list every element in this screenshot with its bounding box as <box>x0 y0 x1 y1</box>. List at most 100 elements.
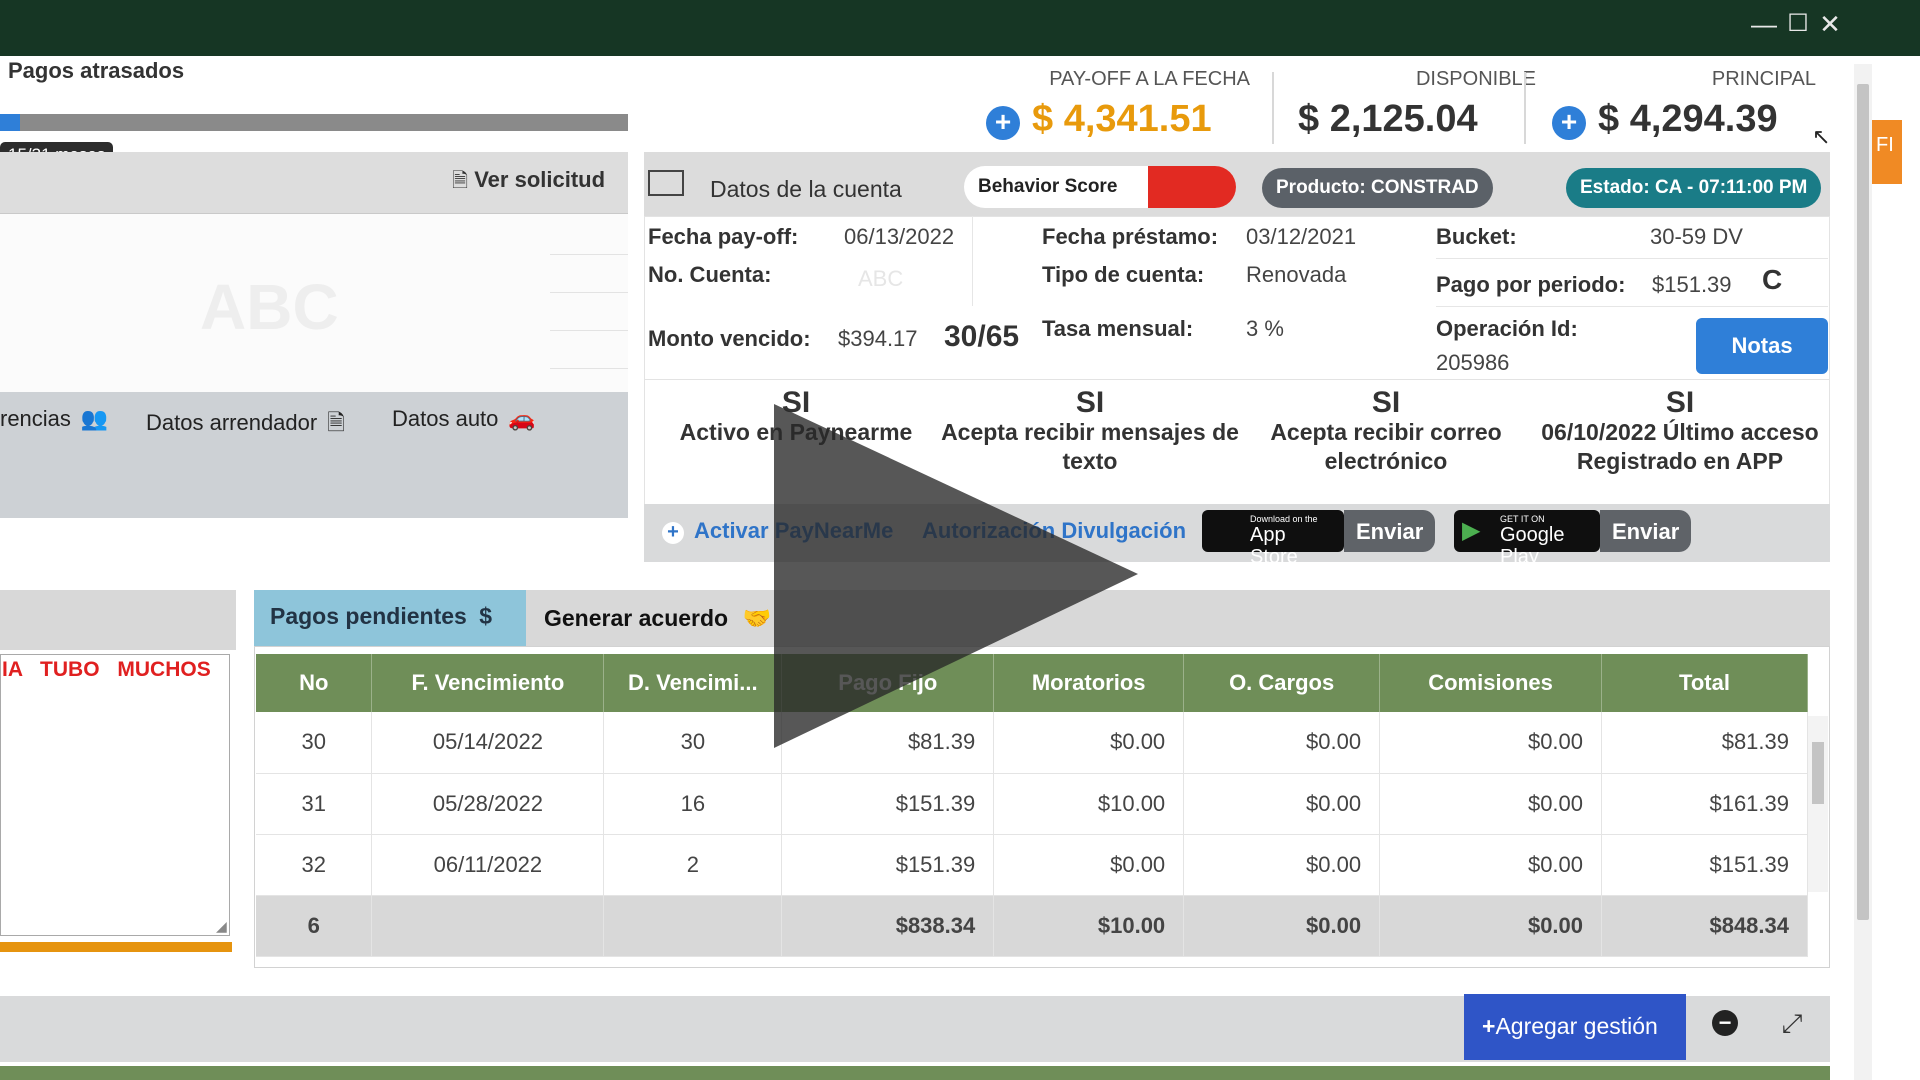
divider <box>972 216 973 306</box>
column-header[interactable]: No <box>256 654 373 712</box>
payoff-value: $ 4,341.51 <box>1032 98 1212 140</box>
comments-textarea[interactable] <box>0 654 230 936</box>
tasa-mensual-value: 3 % <box>1246 316 1284 341</box>
pago-periodo-label: Pago por periodo: <box>1436 272 1626 297</box>
table-row[interactable]: 32 06/11/2022 2 $151.39 $0.00 $0.00 $0.0… <box>256 834 1808 896</box>
close-button[interactable]: ✕ <box>1812 6 1848 42</box>
tab-referencias[interactable]: rencias 👥 <box>0 406 108 432</box>
collapse-icon[interactable]: − <box>1712 1010 1738 1036</box>
plus-icon: + <box>1482 1013 1496 1039</box>
bucket-value: 30-59 DV <box>1650 224 1743 249</box>
page-scrollbar-thumb[interactable] <box>1857 84 1869 920</box>
column-header[interactable]: Comisiones <box>1379 654 1603 712</box>
title-bar <box>0 0 1920 56</box>
right-margin <box>1872 56 1920 1080</box>
cuotas-ratio: 30/65 <box>944 320 1020 353</box>
table-cell: 30 <box>256 712 373 774</box>
disponible-label: DISPONIBLE <box>1415 68 1536 90</box>
table-cell: $0.00 <box>1379 712 1603 774</box>
table-cell <box>371 895 605 957</box>
fecha-payoff-value: 06/13/2022 <box>844 224 955 249</box>
ver-solicitud-link[interactable]: 🗎 Ver solicitud <box>452 166 605 200</box>
pago-periodo-value: $151.39 <box>1652 272 1732 297</box>
google-play-badge[interactable]: ▶ GET IT ON Google Play <box>1454 510 1600 568</box>
enviar-googleplay-button[interactable]: Enviar <box>1600 510 1692 552</box>
table-cell: 31 <box>256 773 373 835</box>
table-cell: 6 <box>256 895 373 957</box>
flag-text: Acepta recibir mensajes de texto <box>941 419 1239 474</box>
table-cell: $81.39 <box>781 712 995 774</box>
column-header[interactable]: D. Vencimi... <box>603 654 783 712</box>
newspaper-icon <box>648 170 684 196</box>
table-row[interactable]: 30 05/14/2022 30 $81.39 $0.00 $0.00 $0.0… <box>256 712 1808 774</box>
flag-value: SI <box>1665 386 1695 419</box>
dollar-icon: $ <box>479 603 493 629</box>
table-cell <box>603 895 783 957</box>
table-cell: 05/14/2022 <box>371 712 605 774</box>
flag-text: 06/10/2022 Último acceso Registrado en A… <box>1541 419 1819 474</box>
maximize-button[interactable]: ☐ <box>1780 6 1816 42</box>
handshake-icon: 🤝 <box>742 605 772 631</box>
googleplay-text: Google Play <box>1500 524 1565 568</box>
divider <box>1524 72 1526 144</box>
table-header-strip <box>0 1066 1830 1080</box>
grade-value: C <box>1762 264 1783 295</box>
side-tab[interactable]: FI <box>1872 120 1902 184</box>
table-cell: $151.39 <box>1601 834 1808 896</box>
table-cell: $0.00 <box>1379 773 1603 835</box>
fecha-payoff-label: Fecha pay-off: <box>648 224 799 249</box>
document-icon: 🗎 <box>452 170 469 192</box>
add-payoff-icon[interactable]: + <box>986 106 1020 140</box>
document-icon: 🗎 <box>327 410 345 435</box>
tab-datos-auto[interactable]: Datos auto 🚗 <box>392 406 536 432</box>
resize-handle-icon[interactable]: ◢ <box>216 918 227 935</box>
table-scrollbar-thumb[interactable] <box>1812 742 1824 804</box>
payoff-label: PAY-OFF A LA FECHA <box>1049 68 1250 90</box>
autorizacion-divulgacion-link[interactable]: Autorización Divulgación <box>922 518 1186 544</box>
tab-generar-acuerdo[interactable]: Generar acuerdo 🤝 <box>544 605 771 632</box>
table-cell: $0.00 <box>1183 834 1381 896</box>
activar-paynearme-link[interactable]: Activar PayNearMe <box>694 518 893 544</box>
table-cell: 16 <box>603 773 783 835</box>
app-store-badge[interactable]: Download on the App Store <box>1202 510 1344 568</box>
tab-datos-arrendador[interactable]: Datos arrendador 🗎 <box>146 406 345 444</box>
play-store-icon: ▶ <box>1462 517 1481 544</box>
table-cell: $161.39 <box>1601 773 1808 835</box>
estado-badge: Estado: CA - 07:11:00 PM <box>1566 168 1822 208</box>
column-header[interactable]: Total <box>1601 654 1808 712</box>
operacion-id-label: Operación Id: <box>1436 316 1578 341</box>
table-cell: $81.39 <box>1601 712 1808 774</box>
appstore-small-text: Download on the <box>1250 514 1318 524</box>
flag-app: SI 06/10/2022 Último acceso Registrado e… <box>1530 388 1830 476</box>
producto-badge: Producto: CONSTRAD <box>1262 168 1493 208</box>
table-cell: 2 <box>603 834 783 896</box>
notas-button[interactable]: Notas <box>1696 318 1828 374</box>
table-cell: $151.39 <box>781 834 995 896</box>
users-icon: 👥 <box>80 406 109 431</box>
flag-value: SI <box>1075 386 1105 419</box>
pagos-atrasados-title: Pagos atrasados <box>8 58 185 83</box>
column-header[interactable]: O. Cargos <box>1183 654 1381 712</box>
table-row[interactable]: 31 05/28/2022 16 $151.39 $10.00 $0.00 $0… <box>256 773 1808 835</box>
enviar-appstore-button[interactable]: Enviar <box>1344 510 1436 552</box>
fecha-prestamo-value: 03/12/2021 <box>1246 224 1357 249</box>
operacion-id-value: 205986 <box>1436 350 1510 375</box>
status-strip <box>0 942 232 952</box>
agregar-gestion-button[interactable]: +Agregar gestión <box>1464 994 1686 1060</box>
add-principal-icon[interactable]: + <box>1552 106 1586 140</box>
disponible-value: $ 2,125.04 <box>1298 98 1478 140</box>
column-header[interactable]: F. Vencimiento <box>371 654 605 712</box>
column-header[interactable]: Pago Fijo <box>781 654 995 712</box>
flag-correo: SI Acepta recibir correo electrónico <box>1236 388 1536 476</box>
column-header[interactable]: Moratorios <box>993 654 1185 712</box>
notes-header <box>0 590 236 650</box>
plus-icon: + <box>662 522 684 544</box>
tab-label: Datos auto <box>392 406 499 431</box>
table-cell: $848.34 <box>1601 895 1808 957</box>
behavior-score-indicator <box>1148 166 1236 208</box>
table-cell: 05/28/2022 <box>371 773 605 835</box>
minimize-button[interactable]: — <box>1746 6 1782 42</box>
tab-label: Datos arrendador <box>146 410 318 435</box>
flag-value: SI <box>781 386 811 419</box>
expand-icon[interactable]: ⤢ <box>1762 1008 1822 1042</box>
